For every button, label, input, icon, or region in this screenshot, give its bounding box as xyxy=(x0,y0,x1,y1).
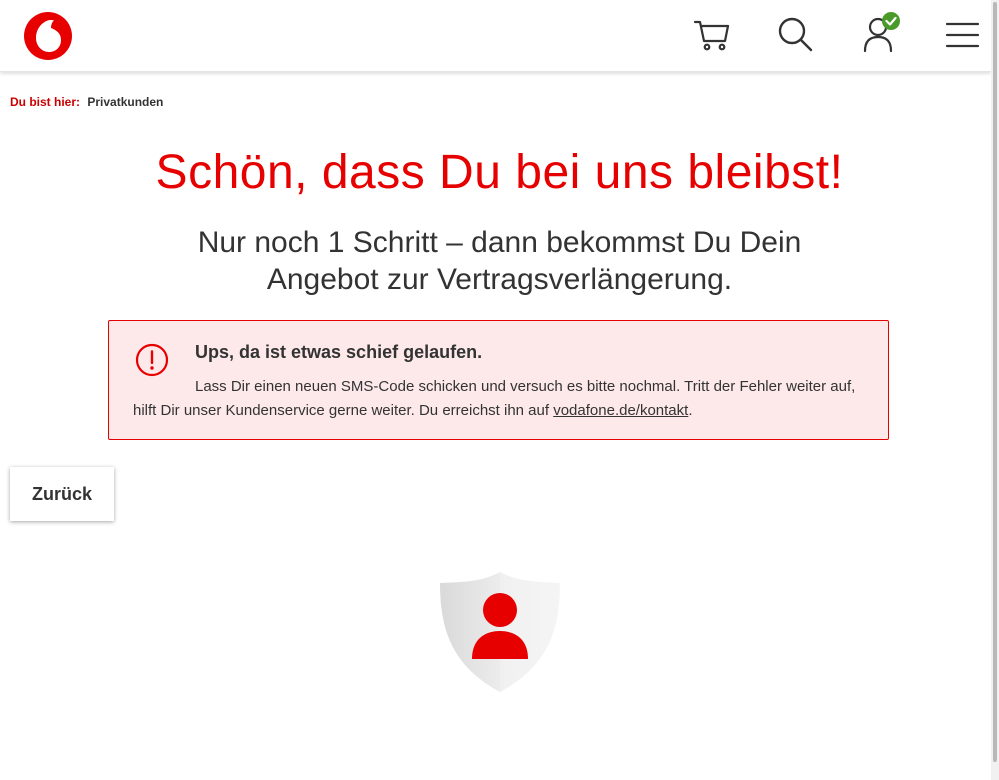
page-title: Schön, dass Du bei uns bleibst! xyxy=(155,146,844,199)
alert-message-text: Lass Dir einen neuen SMS-Code schicken u… xyxy=(133,378,856,419)
site-header xyxy=(0,0,991,72)
security-shield-user-icon xyxy=(438,570,562,694)
page-scrollbar[interactable] xyxy=(991,0,999,780)
contact-link[interactable]: vodafone.de/kontakt xyxy=(553,402,688,419)
page-subtitle: Nur noch 1 Schritt – dann bekommst Du De… xyxy=(197,226,802,296)
alert-message-end: . xyxy=(688,402,693,419)
scrollbar-thumb[interactable] xyxy=(993,2,997,762)
alert-message: Lass Dir einen neuen SMS-Code schicken u… xyxy=(133,375,868,423)
vodafone-logo[interactable] xyxy=(23,11,73,61)
breadcrumb: Du bist hier: Privatkunden xyxy=(10,95,163,109)
user-verified-icon[interactable] xyxy=(860,10,904,54)
breadcrumb-label: Du bist hier: xyxy=(10,95,81,109)
back-button[interactable]: Zurück xyxy=(10,467,114,521)
alert-title: Ups, da ist etwas schief gelaufen. xyxy=(195,342,483,362)
error-exclamation-icon xyxy=(135,343,169,377)
menu-icon[interactable] xyxy=(942,14,982,54)
search-icon[interactable] xyxy=(776,14,816,54)
error-alert: Ups, da ist etwas schief gelaufen. Lass … xyxy=(108,320,889,440)
cart-icon[interactable] xyxy=(692,14,732,54)
breadcrumb-item-privatkunden[interactable]: Privatkunden xyxy=(87,95,163,109)
